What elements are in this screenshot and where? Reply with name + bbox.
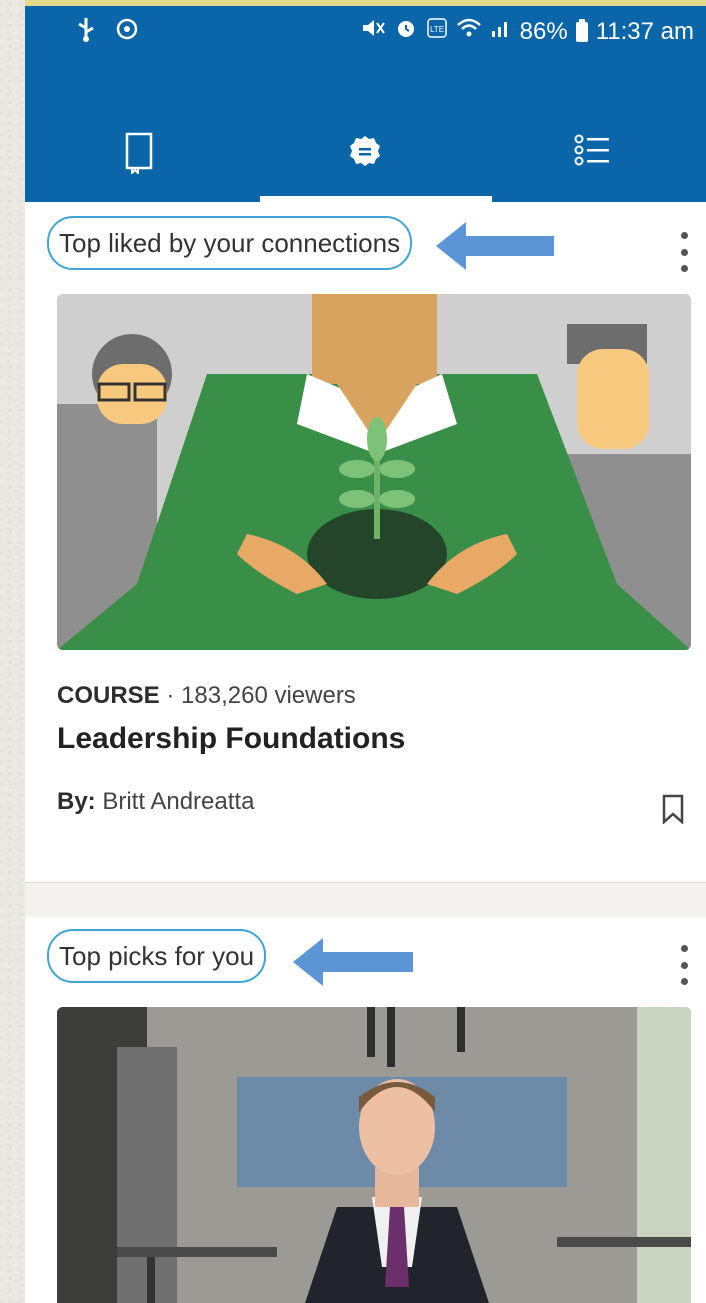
author-label: By: bbox=[57, 788, 96, 815]
volte-icon: LTE bbox=[426, 16, 448, 47]
course-type: COURSE bbox=[57, 682, 160, 709]
wifi-icon bbox=[456, 17, 482, 46]
annotation-arrow-icon bbox=[436, 222, 554, 270]
annotation-arrow-icon bbox=[293, 938, 413, 986]
bookmark-icon[interactable] bbox=[662, 794, 684, 824]
viewer-count: 183,260 viewers bbox=[181, 682, 356, 709]
course-meta: COURSE · 183,260 viewers bbox=[57, 682, 356, 710]
alarm-icon bbox=[394, 16, 418, 47]
battery-icon bbox=[575, 18, 588, 42]
author-name: Britt Andreatta bbox=[102, 788, 255, 815]
meta-separator: · bbox=[166, 682, 175, 709]
battery-percent: 86% bbox=[519, 17, 568, 45]
tab-topics[interactable] bbox=[479, 116, 705, 202]
list-icon bbox=[572, 130, 612, 174]
mute-icon bbox=[360, 17, 386, 46]
badge-icon bbox=[345, 130, 385, 174]
clock: 11:37 am bbox=[595, 17, 694, 45]
section-title: Top liked by your connections bbox=[47, 216, 413, 270]
course-thumbnail[interactable] bbox=[57, 294, 691, 650]
course-thumbnail[interactable] bbox=[57, 1007, 691, 1303]
tab-home[interactable] bbox=[252, 116, 478, 202]
usb-icon bbox=[75, 16, 97, 49]
course-title[interactable]: Leadership Foundations bbox=[57, 722, 405, 756]
feed-card: Top liked by your connections COURSE · 1… bbox=[25, 202, 706, 883]
book-icon bbox=[118, 130, 158, 176]
app-bar bbox=[25, 56, 706, 202]
tab-library[interactable] bbox=[25, 116, 251, 202]
svg-text:LTE: LTE bbox=[430, 25, 444, 34]
instructor-photo bbox=[57, 1007, 691, 1303]
signal-icon bbox=[490, 17, 512, 46]
leadership-illustration bbox=[57, 294, 691, 650]
feed-card: Top picks for you bbox=[25, 917, 706, 1303]
course-author: By: Britt Andreatta bbox=[57, 788, 254, 816]
more-options-button[interactable] bbox=[676, 232, 692, 272]
more-options-button[interactable] bbox=[676, 945, 692, 985]
status-bar: LTE 86% 11:37 am bbox=[25, 6, 706, 56]
phone-screen: LTE 86% 11:37 am Top liked by your conne… bbox=[25, 0, 706, 1303]
section-title: Top picks for you bbox=[47, 929, 267, 983]
sync-icon bbox=[115, 17, 139, 48]
